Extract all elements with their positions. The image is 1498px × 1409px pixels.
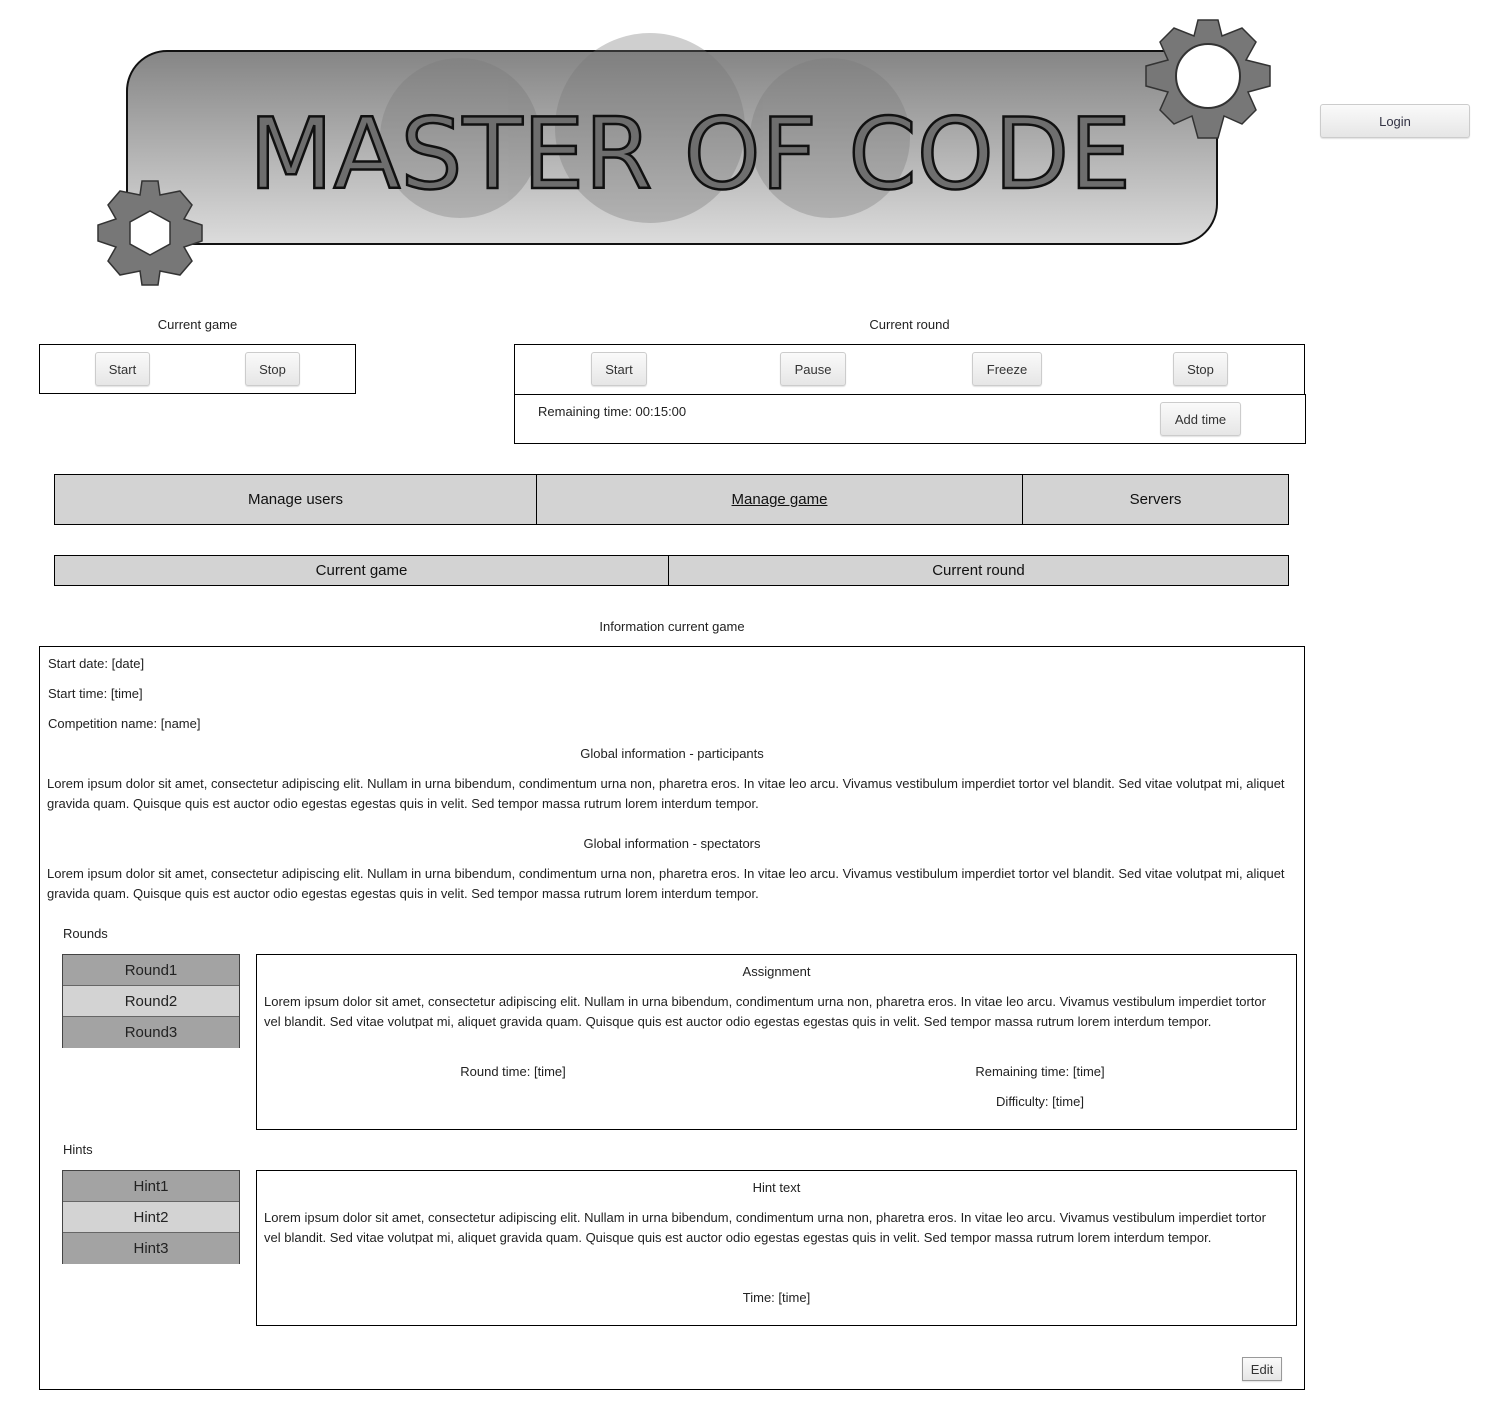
main-nav: Manage users Manage game Servers xyxy=(54,474,1289,525)
tab-current-round[interactable]: Current round xyxy=(669,556,1288,585)
master-of-code-logo: MASTER OF CODE xyxy=(97,19,1271,286)
hints-list: Hint1 Hint2 Hint3 xyxy=(62,1170,240,1264)
hints-label: Hints xyxy=(63,1142,93,1157)
round-time: Round time: [time] xyxy=(460,1064,566,1079)
game-stop-button[interactable]: Stop xyxy=(245,352,300,386)
assignment-text: Lorem ipsum dolor sit amet, consectetur … xyxy=(264,994,1266,1029)
tab-current-game[interactable]: Current game xyxy=(55,556,669,585)
spectators-text: Lorem ipsum dolor sit amet, consectetur … xyxy=(47,866,1285,901)
hint-text: Lorem ipsum dolor sit amet, consectetur … xyxy=(264,1210,1266,1245)
tab-manage-users[interactable]: Manage users xyxy=(55,475,537,524)
round-item[interactable]: Round1 xyxy=(63,955,239,986)
hint-item[interactable]: Hint2 xyxy=(63,1202,239,1233)
difficulty: Difficulty: [time] xyxy=(996,1094,1084,1109)
logo-text: MASTER OF CODE xyxy=(249,98,1131,212)
round-stop-button[interactable]: Stop xyxy=(1173,352,1228,386)
game-start-button[interactable]: Start xyxy=(95,352,150,386)
round-freeze-button[interactable]: Freeze xyxy=(972,352,1042,386)
assignment-remaining-time: Remaining time: [time] xyxy=(975,1064,1105,1079)
info-title: Information current game xyxy=(599,619,745,634)
login-button[interactable]: Login xyxy=(1320,104,1470,138)
round-start-button[interactable]: Start xyxy=(591,352,647,386)
round-item[interactable]: Round3 xyxy=(63,1017,239,1048)
round-pause-button[interactable]: Pause xyxy=(780,352,846,386)
current-game-controls xyxy=(39,344,356,394)
participants-heading: Global information - participants xyxy=(580,746,764,761)
hint-item[interactable]: Hint1 xyxy=(63,1171,239,1202)
hint-heading: Hint text xyxy=(752,1180,801,1195)
hint-item[interactable]: Hint3 xyxy=(63,1233,239,1264)
hint-time: Time: [time] xyxy=(742,1290,811,1305)
tab-manage-game[interactable]: Manage game xyxy=(537,475,1023,524)
participants-text: Lorem ipsum dolor sit amet, consectetur … xyxy=(47,776,1285,811)
spectators-heading: Global information - spectators xyxy=(583,836,761,851)
add-time-button[interactable]: Add time xyxy=(1160,402,1241,436)
rounds-list: Round1 Round2 Round3 xyxy=(62,954,240,1048)
remaining-time: Remaining time: 00:15:00 xyxy=(538,404,687,419)
start-date: Start date: [date] xyxy=(48,656,145,671)
sub-nav: Current game Current round xyxy=(54,555,1289,586)
current-game-title: Current game xyxy=(157,317,238,332)
rounds-label: Rounds xyxy=(63,926,108,941)
current-round-title: Current round xyxy=(869,317,950,332)
competition-name: Competition name: [name] xyxy=(48,716,201,731)
start-time: Start time: [time] xyxy=(48,686,143,701)
assignment-heading: Assignment xyxy=(742,964,811,979)
edit-button[interactable]: Edit xyxy=(1242,1357,1282,1381)
tab-servers[interactable]: Servers xyxy=(1023,475,1288,524)
round-item[interactable]: Round2 xyxy=(63,986,239,1017)
